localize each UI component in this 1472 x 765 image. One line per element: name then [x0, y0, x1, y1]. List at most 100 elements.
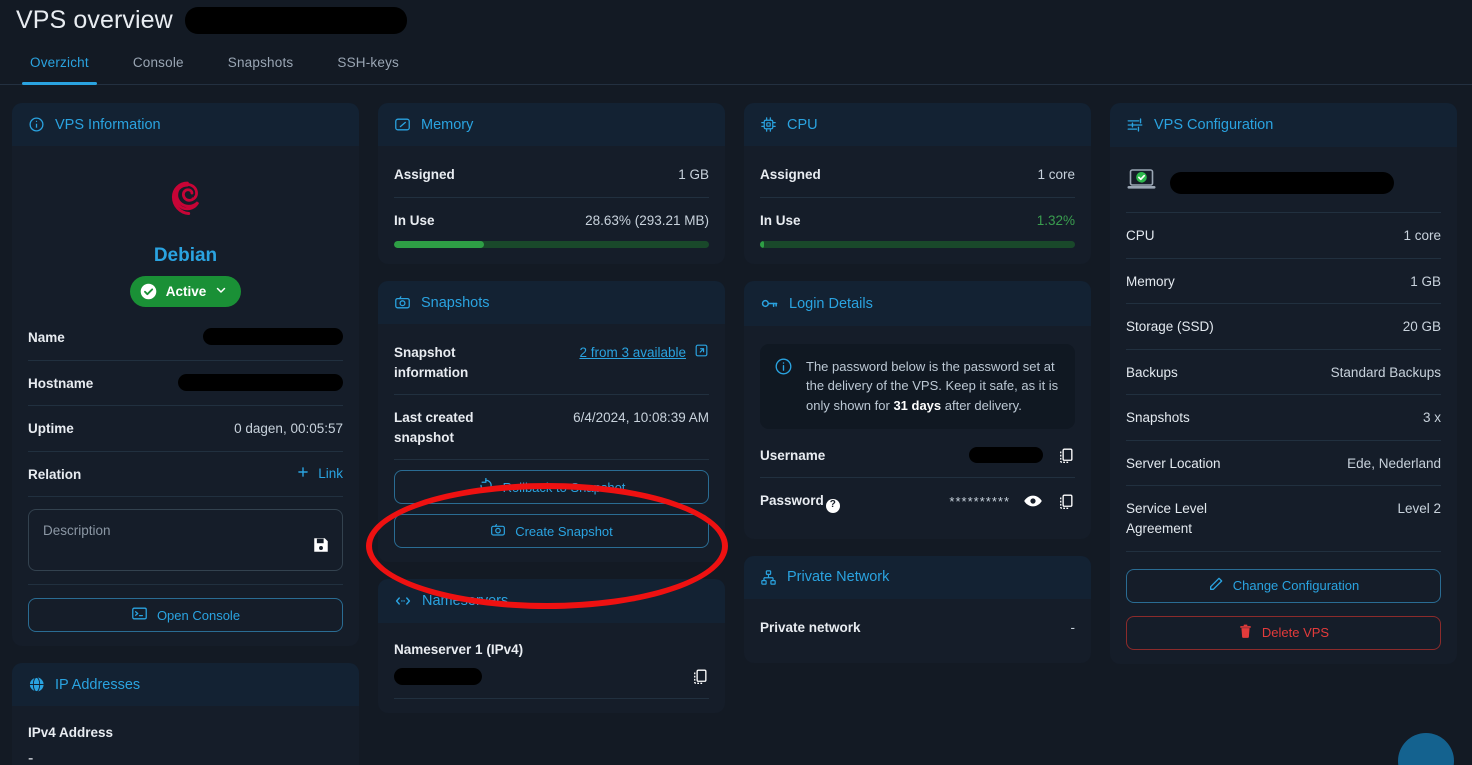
change-configuration-button[interactable]: Change Configuration — [1126, 568, 1441, 603]
check-circle-icon — [140, 283, 157, 300]
code-brackets-icon — [394, 592, 412, 610]
private-network-card-title: Private Network — [787, 569, 890, 586]
name-label: Name — [28, 330, 65, 345]
tab-overzicht[interactable]: Overzicht — [8, 40, 111, 85]
notice-text-2: after delivery. — [941, 397, 1022, 413]
memory-assigned-row: Assigned 1 GB — [394, 152, 709, 198]
password-label-text: Password — [760, 493, 824, 509]
config-memory-label: Memory — [1126, 273, 1175, 289]
tab-ssh-keys[interactable]: SSH-keys — [315, 40, 421, 84]
hostname-label: Hostname — [28, 375, 94, 391]
nameservers-card-header: Nameservers — [378, 579, 725, 624]
column-4: VPS Configuration CPU 1 core Memory 1 GB… — [1110, 103, 1457, 664]
private-network-card: Private Network Private network - — [744, 555, 1091, 664]
delete-vps-label: Delete VPS — [1261, 625, 1330, 640]
redacted-name-value — [203, 328, 343, 345]
vps-configuration-card: VPS Configuration CPU 1 core Memory 1 GB… — [1110, 103, 1457, 664]
vps-configuration-card-header: VPS Configuration — [1110, 103, 1457, 147]
relation-row: Relation Link — [28, 452, 343, 498]
snapshot-available-label: 2 from 3 available — [579, 344, 686, 360]
memory-inuse-value: 28.63% (293.21 MB) — [585, 211, 709, 231]
config-snapshots-label: Snapshots — [1126, 410, 1190, 426]
status-badge[interactable]: Active — [129, 276, 242, 307]
memory-progress-bar — [394, 241, 709, 249]
create-snapshot-label: Create Snapshot — [515, 523, 613, 539]
password-notice: The password below is the password set a… — [760, 344, 1075, 429]
snapshot-information-label: Snapshot information — [394, 345, 469, 380]
redacted-username-value — [969, 447, 1043, 464]
column-3: CPU Assigned 1 core In Use 1.32% Login D… — [744, 103, 1091, 664]
open-console-button[interactable]: Open Console — [28, 598, 343, 633]
ipv4-address-label: IPv4 Address — [28, 725, 114, 741]
globe-icon — [28, 676, 45, 693]
copy-icon[interactable] — [1056, 446, 1075, 465]
product-row — [1126, 153, 1441, 213]
cpu-inuse-value: 1.32% — [1036, 212, 1075, 228]
os-block: Debian Active — [28, 152, 343, 315]
copy-icon[interactable] — [690, 667, 709, 686]
last-snapshot-value: 6/4/2024, 10:08:39 AM — [573, 410, 709, 426]
redacted-hostname-value — [178, 373, 343, 391]
external-link-icon — [694, 343, 709, 361]
info-circle-icon — [774, 357, 793, 415]
terminal-icon — [131, 605, 148, 625]
username-row: Username — [760, 433, 1075, 479]
login-details-card-header: Login Details — [744, 281, 1091, 327]
chip-icon — [760, 116, 777, 133]
nameserver-1-label: Nameserver 1 (IPv4) — [394, 642, 524, 658]
cpu-progress-bar — [760, 241, 1075, 249]
config-location-label: Server Location — [1126, 455, 1221, 471]
link-relation-button[interactable]: Link — [296, 465, 343, 482]
question-mark-icon[interactable]: ? — [825, 498, 840, 513]
table-row: CPU 1 core — [1126, 213, 1441, 259]
config-cpu-value: 1 core — [1403, 228, 1441, 243]
column-2: Memory Assigned 1 GB In Use 28.63% (293.… — [378, 103, 725, 714]
config-backups-label: Backups — [1126, 364, 1178, 380]
password-label: Password? — [760, 491, 840, 513]
tab-snapshots[interactable]: Snapshots — [206, 40, 316, 84]
table-row: Service Level Agreement Level 2 — [1126, 486, 1441, 552]
eye-icon[interactable] — [1023, 491, 1043, 511]
floppy-disk-icon[interactable] — [312, 536, 330, 559]
memory-card-header: Memory — [378, 103, 725, 146]
snapshot-available-link[interactable]: 2 from 3 available — [579, 343, 709, 361]
table-row: Hostname — [28, 361, 343, 407]
vps-configuration-card-body: CPU 1 core Memory 1 GB Storage (SSD) 20 … — [1110, 147, 1457, 664]
delete-vps-button[interactable]: Delete VPS — [1126, 615, 1441, 650]
copy-icon[interactable] — [1056, 492, 1075, 511]
create-snapshot-button[interactable]: Create Snapshot — [394, 514, 709, 549]
rotate-ccw-icon — [478, 477, 494, 497]
os-name: Debian — [153, 245, 218, 266]
notice-bold: 31 days — [893, 397, 942, 413]
chevron-down-icon — [215, 284, 227, 299]
tab-console[interactable]: Console — [111, 40, 206, 84]
table-row: Memory 1 GB — [1126, 259, 1441, 305]
config-storage-label: Storage (SSD) — [1126, 319, 1214, 335]
tab-bar: Overzicht Console Snapshots SSH-keys — [0, 41, 1472, 85]
snapshot-information-row: Snapshot information 2 from 3 available — [394, 330, 709, 396]
pencil-icon — [1208, 576, 1224, 595]
config-storage-value: 20 GB — [1402, 319, 1441, 335]
config-sla-value: Level 2 — [1397, 501, 1441, 517]
memory-inuse-label: In Use — [394, 212, 435, 228]
nameservers-card-title: Nameservers — [422, 593, 509, 610]
ip-addresses-card-header: IP Addresses — [12, 663, 359, 707]
relation-label: Relation — [28, 466, 82, 482]
description-input[interactable]: Description — [28, 509, 343, 572]
column-1: VPS Information Debian Active Name Hostn… — [12, 103, 359, 765]
config-cpu-label: CPU — [1126, 228, 1155, 243]
snapshots-card-body: Snapshot information 2 from 3 available … — [378, 324, 725, 562]
cpu-inuse-label: In Use — [760, 212, 801, 228]
memory-card: Memory Assigned 1 GB In Use 28.63% (293.… — [378, 103, 725, 265]
vps-information-card-title: VPS Information — [55, 116, 161, 133]
vps-configuration-card-title: VPS Configuration — [1154, 117, 1274, 133]
login-details-card: Login Details The password below is the … — [744, 281, 1091, 539]
table-row: Uptime 0 dagen, 00:05:57 — [28, 406, 343, 452]
rollback-to-snapshot-button[interactable]: Rollback to Snapshot — [394, 470, 709, 505]
memory-assigned-label: Assigned — [394, 167, 455, 182]
status-badge-label: Active — [165, 284, 207, 299]
snapshots-card-title: Snapshots — [421, 294, 490, 311]
cpu-card-header: CPU — [744, 103, 1091, 146]
memory-card-title: Memory — [421, 116, 474, 133]
login-details-card-title: Login Details — [789, 295, 873, 312]
